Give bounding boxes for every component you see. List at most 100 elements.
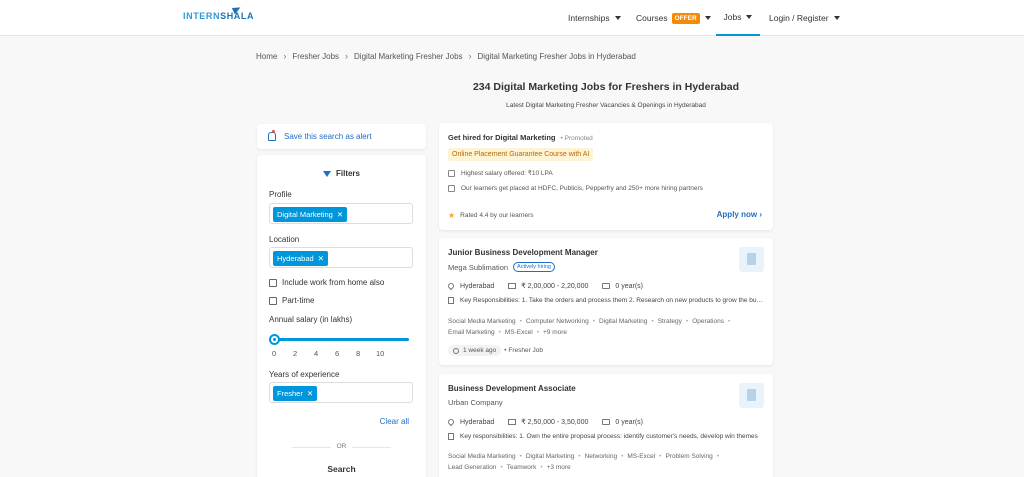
remove-chip-icon[interactable]: ✕ [318, 254, 324, 263]
promo-salary-row: Highest salary offered: ₹10 LPA [448, 169, 553, 179]
salary-slider-track[interactable] [274, 338, 409, 341]
logo-text-intern: INTERN [183, 11, 221, 21]
location-pin-icon [446, 281, 456, 291]
job-location-text: Hyderabad [460, 418, 495, 426]
breadcrumb: Home › Fresher Jobs › Digital Marketing Fr… [256, 51, 636, 61]
document-icon [448, 433, 454, 440]
job-skills: Social Media Marketing • Computer Networki… [448, 318, 731, 336]
salary-tick: 6 [335, 349, 340, 358]
job-location: Hyderabad [446, 281, 495, 291]
apply-now-label: Apply now [716, 210, 758, 219]
briefcase-icon [602, 419, 611, 425]
nav-courses[interactable]: Courses OFFER [636, 0, 711, 36]
chevron-right-icon: › [345, 51, 349, 61]
job-salary: ₹ 2,00,000 - 2,20,000 [508, 282, 588, 290]
job-experience-text: 0 year(s) [615, 418, 643, 426]
job-experience-text: 0 year(s) [615, 282, 643, 290]
remove-chip-icon[interactable]: ✕ [337, 210, 343, 219]
experience-chip: Fresher ✕ [273, 386, 318, 401]
experience-label: Years of experience [269, 370, 340, 379]
posted-time-badge: 1 week ago [448, 345, 502, 356]
salary-tick: 4 [314, 349, 319, 358]
company-name[interactable]: Mega Sublimation [448, 263, 508, 272]
money-icon [508, 283, 517, 289]
wfh-checkbox[interactable] [269, 278, 277, 287]
top-navbar: INTERNSHALA Internships Courses OFFER Job… [0, 0, 1024, 36]
skill-tag: Strategy [657, 318, 682, 325]
building-icon [448, 185, 455, 192]
bell-icon [267, 130, 276, 141]
filter-funnel-icon [322, 170, 331, 177]
nav-login-register[interactable]: Login / Register [769, 0, 840, 36]
job-posted-row: 1 week ago • Fresher Job [448, 345, 543, 356]
promo-partners-row: Our learners get placed at HDFC, Publici… [448, 184, 708, 194]
save-search-alert-label: Save this search as alert [284, 132, 372, 141]
breadcrumb-digital-marketing[interactable]: Digital Marketing Fresher Jobs [354, 52, 462, 61]
salary-label: Annual salary (in lakhs) [269, 315, 353, 324]
profile-label: Profile [269, 190, 292, 199]
location-pin-icon [446, 417, 456, 427]
breadcrumb-home[interactable]: Home [256, 52, 277, 61]
salary-slider-handle[interactable] [269, 334, 280, 345]
internshala-logo[interactable]: INTERNSHALA [183, 11, 254, 21]
parttime-checkbox[interactable] [269, 296, 277, 305]
profile-input[interactable]: Digital Marketing ✕ [269, 203, 413, 224]
job-title[interactable]: Business Development Associate [448, 384, 576, 393]
salary-tick: 2 [293, 349, 298, 358]
wfh-checkbox-row[interactable]: Include work from home also [269, 278, 384, 287]
promo-partners-text: Our learners get placed at HDFC, Publici… [461, 185, 703, 192]
chevron-right-icon: › [468, 51, 472, 61]
location-chip: Hyderabad ✕ [273, 251, 328, 266]
clock-icon [453, 347, 459, 354]
nav-internships[interactable]: Internships [568, 0, 621, 36]
more-skills: +9 more [542, 329, 568, 336]
parttime-checkbox-row[interactable]: Part-time [269, 296, 314, 305]
search-heading: Search [327, 464, 356, 474]
promo-title-text: Get hired for Digital Marketing [448, 133, 556, 142]
filters-heading-label: Filters [335, 169, 360, 178]
promo-rating-row: ★ Rated 4.4 by our learners [448, 211, 534, 221]
job-salary-text: ₹ 2,00,000 - 2,20,000 [521, 283, 589, 290]
apply-now-link[interactable]: Apply now › [717, 210, 762, 219]
nav-internships-label: Internships [568, 13, 610, 23]
job-salary-text: ₹ 2,50,000 - 3,50,000 [521, 419, 589, 426]
job-experience: 0 year(s) [602, 419, 643, 426]
or-label: OR [331, 443, 352, 450]
location-chip-label: Hyderabad [277, 254, 314, 263]
wfh-label: Include work from home also [282, 278, 385, 287]
clear-all-link[interactable]: Clear all [380, 417, 409, 426]
skill-tag: Operations [692, 318, 724, 325]
job-title[interactable]: Junior Business Development Manager [448, 248, 598, 257]
offer-badge: OFFER [671, 12, 700, 24]
breadcrumb-fresher-jobs[interactable]: Fresher Jobs [292, 52, 339, 61]
chevron-right-icon: › [283, 51, 287, 61]
nav-jobs[interactable]: Jobs [716, 0, 760, 36]
parttime-label: Part-time [282, 296, 315, 305]
company-name[interactable]: Urban Company [448, 398, 503, 407]
job-description-text: Key responsibilities: 1. Own the entire … [460, 433, 758, 440]
remove-chip-icon[interactable]: ✕ [307, 389, 313, 398]
money-icon [508, 419, 517, 425]
skill-tag: MS-Excel [504, 329, 533, 336]
promoted-course-card[interactable]: Get hired for Digital Marketing • Promote… [439, 123, 773, 230]
skill-tag: Social Media Marketing [448, 318, 516, 325]
job-skills: Social Media Marketing • Digital Marketing… [448, 453, 720, 471]
job-location-text: Hyderabad [460, 282, 495, 290]
skill-tag: Digital Marketing [598, 318, 648, 325]
nav-jobs-label: Jobs [723, 12, 742, 22]
chevron-down-icon [704, 16, 711, 20]
job-card[interactable]: Junior Business Development Manager Mega… [439, 238, 773, 365]
job-meta-row: Hyderabad ₹ 2,50,000 - 3,50,000 0 year(s… [446, 417, 657, 427]
filters-heading: Filters [257, 169, 426, 178]
salary-icon [448, 170, 455, 177]
save-search-alert-button[interactable]: Save this search as alert [257, 124, 426, 149]
location-input[interactable]: Hyderabad ✕ [269, 247, 413, 268]
job-card[interactable]: Business Development Associate Urban Com… [439, 374, 773, 477]
promo-salary-text: Highest salary offered: ₹10 LPA [461, 170, 553, 177]
skill-tag: Teamwork [506, 464, 537, 471]
more-skills: +3 more [546, 464, 571, 471]
experience-select[interactable]: Fresher ✕ [269, 382, 413, 403]
promoted-label: • Promoted [560, 135, 593, 142]
job-company-row: Mega Sublimation Actively hiring [448, 262, 555, 272]
job-description-text: Key Responsibilities: 1. Take the orders… [460, 297, 764, 304]
